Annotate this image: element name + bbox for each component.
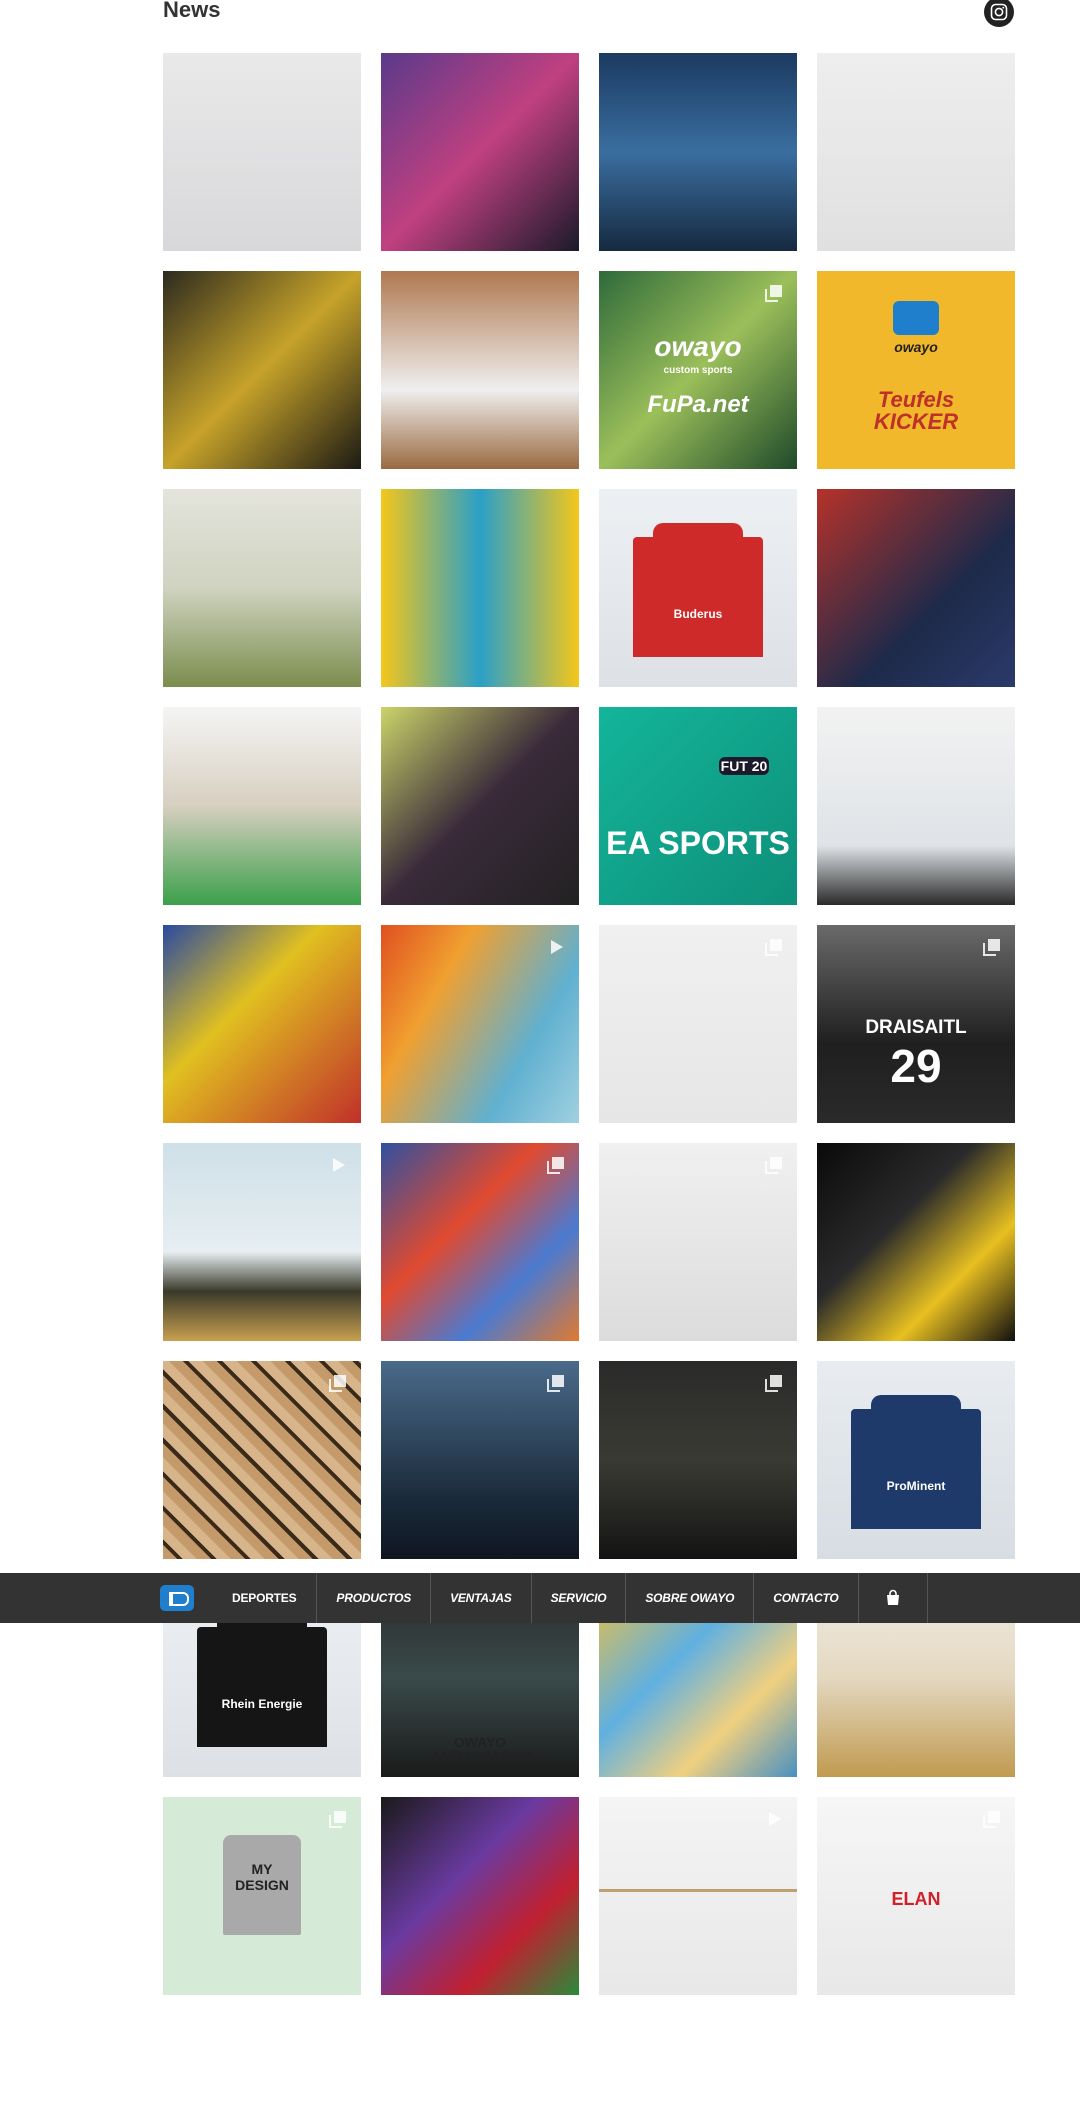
jersey-graphic (217, 1613, 307, 1745)
post-team-huddle[interactable] (163, 271, 361, 469)
post-owayo-fupa-collab[interactable]: owayo custom sports FuPa.net (599, 271, 797, 469)
video-play-icon (761, 1809, 787, 1835)
post-model-forest[interactable] (599, 1361, 797, 1559)
post-trophy-celebration[interactable] (599, 53, 797, 251)
gallery-icon (543, 1155, 569, 1181)
fupa-wordmark: FuPa.net (647, 391, 749, 418)
post-handball-player[interactable] (817, 489, 1015, 687)
post-red-hockey-jersey[interactable]: Buderus (599, 489, 797, 687)
post-sports-hall[interactable] (163, 707, 361, 905)
sticky-nav-bar: DEPORTES PRODUCTOS VENTAJAS SERVICIO SOB… (0, 1573, 1080, 1623)
post-cycling-office[interactable] (817, 707, 1015, 905)
gallery-icon (543, 1373, 569, 1399)
post-ea-sports-kits[interactable] (817, 53, 1015, 251)
gallery-icon (761, 1155, 787, 1181)
post-handball-match[interactable] (163, 925, 361, 1123)
fut20-badge: FUT 20 (719, 757, 769, 775)
post-basketball-team[interactable] (381, 271, 579, 469)
post-blue-hockey-jersey[interactable]: ProMinent (817, 1361, 1015, 1559)
post-jersey-closeup[interactable] (381, 707, 579, 905)
owayo-logo-icon[interactable] (160, 1585, 194, 1611)
post-basketball-dunk[interactable] (817, 1143, 1015, 1341)
nav-item-servicio[interactable]: SERVICIO (532, 1573, 627, 1623)
ea-sports-logo: EA SPORTS (606, 825, 790, 861)
post-woman-black-shirt[interactable] (599, 1143, 797, 1341)
gallery-icon (325, 1809, 351, 1835)
jersey-sponsor: Buderus (673, 607, 723, 621)
ambassador-label: OWAYO AMBASSADOR (431, 1734, 533, 1764)
instagram-feed-grid: owayo custom sports FuPa.net owayo Teufels K… (163, 53, 1016, 1995)
nav-item-sobre-owayo[interactable]: SOBRE OWAYO (626, 1573, 755, 1623)
jersey-number: 29 (890, 1040, 942, 1092)
gallery-icon (761, 937, 787, 963)
gallery-icon (979, 937, 1005, 963)
post-cyclist-wind-turbine[interactable] (163, 1143, 361, 1341)
nav-item-deportes[interactable]: DEPORTES (213, 1573, 318, 1623)
video-play-icon (325, 1155, 351, 1181)
gallery-icon (761, 1373, 787, 1399)
post-woman-seated-on-box[interactable] (163, 53, 361, 251)
section-title: News (163, 0, 221, 22)
post-colorful-cycling-kit[interactable] (381, 1143, 579, 1341)
gallery-icon (761, 283, 787, 309)
post-esports-arena[interactable] (381, 53, 579, 251)
custom-sports-label: custom sports (663, 365, 733, 376)
video-play-icon (543, 937, 569, 963)
post-hanging-shirts[interactable] (599, 1797, 797, 1995)
nav-item-productos[interactable]: PRODUCTOS (317, 1573, 432, 1623)
post-player-yellow-backdrop[interactable] (381, 489, 579, 687)
gallery-icon (325, 1373, 351, 1399)
jersey-sponsor: ProMinent (886, 1479, 946, 1493)
post-ea-sports-fut20[interactable]: FUT 20 EA SPORTS (599, 707, 797, 905)
owayo-wordmark: owayo (894, 339, 938, 355)
nav-item-contacto[interactable]: CONTACTO (754, 1573, 859, 1623)
post-cyclist-bib-shorts[interactable] (599, 925, 797, 1123)
post-basketball-player-elan[interactable]: ELAN (817, 1797, 1015, 1995)
shopping-bag-icon[interactable] (859, 1573, 928, 1623)
clothes-rail (599, 1889, 797, 1892)
post-owayo-teufelskicker[interactable]: owayo Teufels KICKER (817, 271, 1015, 469)
my-design-label: MY DESIGN (235, 1861, 289, 1893)
jersey-name: DRAISAITL (865, 1017, 967, 1038)
post-leopard-print-kit[interactable] (163, 1361, 361, 1559)
nav-menu: DEPORTES PRODUCTOS VENTAJAS SERVICIO SOB… (213, 1573, 928, 1623)
jersey-graphic (871, 1395, 961, 1527)
post-draisaitl-jersey[interactable]: DRAISAITL 29 (817, 925, 1015, 1123)
post-model-blue-shirt[interactable] (381, 1361, 579, 1559)
gallery-icon (979, 1809, 1005, 1835)
jersey-graphic (653, 523, 743, 655)
owayo-wordmark: owayo (654, 331, 742, 362)
instagram-icon[interactable] (984, 0, 1014, 27)
jersey-sponsor: Rhein Energie (221, 1697, 303, 1711)
post-fabric-colors[interactable] (381, 925, 579, 1123)
post-my-design[interactable]: MY DESIGN (163, 1797, 361, 1995)
elan-jersey-text: ELAN (891, 1889, 941, 1909)
nav-item-ventajas[interactable]: VENTAJAS (431, 1573, 532, 1623)
post-gaming-jerseys[interactable] (381, 1797, 579, 1995)
owayo-logo-icon (893, 301, 939, 335)
teufelskicker-logo: Teufels KICKER (873, 387, 959, 434)
post-football-in-fog[interactable] (163, 489, 361, 687)
